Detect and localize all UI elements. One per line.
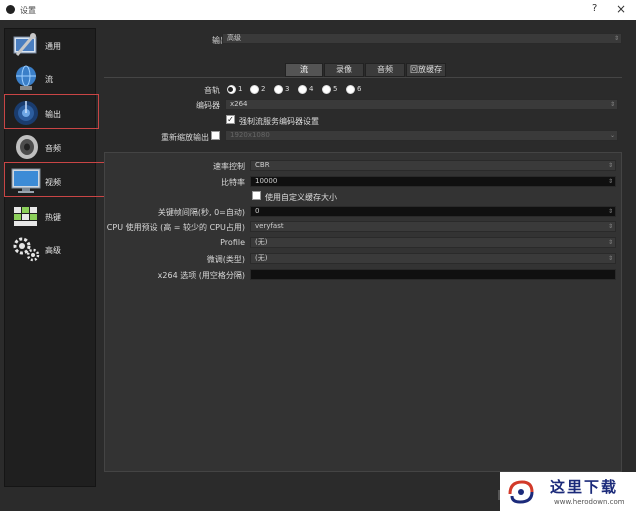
tune-value: (无) xyxy=(255,254,268,262)
encoder-settings-panel: 速率控制 CBR ⇕ 比特率 10000 ⇕ 使用自定义缓存大小 关键帧间隔(秒… xyxy=(104,152,622,472)
audio-track-radio-label: 1 xyxy=(238,85,243,93)
highlight-frame-video xyxy=(4,162,110,197)
tune-label: 微调(类型) xyxy=(206,255,245,264)
sidebar-item-label: 音频 xyxy=(45,144,61,153)
sidebar-item-label: 流 xyxy=(45,75,53,84)
audio-track-radio[interactable] xyxy=(298,85,307,94)
audio-track-radio-label: 5 xyxy=(333,85,338,93)
watermark-url: www.herodown.com xyxy=(554,498,625,506)
encoder-select[interactable]: x264 ⇕ xyxy=(225,99,618,110)
audio-track-radio-label: 3 xyxy=(285,85,290,93)
tab-replay-buffer[interactable]: 回放缓存 xyxy=(406,63,446,77)
cpu-preset-label: CPU 使用预设 (高 = 较少的 CPU占用) xyxy=(106,223,245,232)
site-watermark: 这里下载 www.herodown.com xyxy=(500,472,636,511)
sidebar-item-stream[interactable]: 流 xyxy=(5,62,97,95)
help-button[interactable]: ? xyxy=(592,3,597,14)
gears-icon xyxy=(13,237,40,262)
enforce-encoder-label: 强制流服务编码器设置 xyxy=(239,117,319,126)
audio-track-radio-group: 1 2 3 4 5 6 xyxy=(227,85,377,95)
enforce-encoder-checkbox[interactable]: ✓ xyxy=(226,115,235,124)
output-mode-value: 高级 xyxy=(227,34,241,42)
audio-track-radio-label: 6 xyxy=(357,85,362,93)
sidebar-item-label: 高级 xyxy=(45,246,61,255)
tab-divider xyxy=(104,77,622,78)
speaker-icon xyxy=(16,135,38,159)
site-logo-icon xyxy=(508,480,534,504)
tab-audio[interactable]: 音频 xyxy=(365,63,405,77)
custom-buffer-label: 使用自定义缓存大小 xyxy=(265,193,337,202)
x264-options-label: x264 选项 (用空格分隔) xyxy=(157,271,245,280)
tab-stream[interactable]: 流 xyxy=(285,63,323,77)
keyframe-interval-input[interactable]: 0 ⇕ xyxy=(250,206,616,217)
audio-track-radio[interactable] xyxy=(346,85,355,94)
encoder-label: 编码器 xyxy=(196,101,220,110)
bitrate-input[interactable]: 10000 ⇕ xyxy=(250,176,616,187)
rate-control-value: CBR xyxy=(255,161,270,169)
rate-control-label: 速率控制 xyxy=(213,162,245,171)
dropdown-arrows-icon: ⇕ xyxy=(607,223,613,230)
dropdown-arrows-icon: ⇕ xyxy=(609,101,615,108)
sidebar-item-advanced[interactable]: 高级 xyxy=(5,233,97,266)
audio-track-radio-label: 4 xyxy=(309,85,314,93)
x264-options-input[interactable] xyxy=(250,269,616,280)
stepper-arrows-icon: ⇕ xyxy=(607,178,613,185)
audio-track-radio[interactable] xyxy=(322,85,331,94)
close-button[interactable]: × xyxy=(616,2,626,16)
rescale-resolution-value: 1920x1080 xyxy=(230,131,270,139)
highlight-frame-output xyxy=(4,94,99,129)
dropdown-arrows-icon: ⌄ xyxy=(609,132,615,139)
dropdown-arrows-icon: ⇕ xyxy=(607,239,613,246)
sidebar-item-hotkeys[interactable]: 热键 xyxy=(5,200,97,233)
sidebar-item-general[interactable]: 通用 xyxy=(5,29,97,62)
watermark-text: 这里下载 xyxy=(550,478,619,496)
profile-value: (无) xyxy=(255,238,268,246)
sidebar-item-audio[interactable]: 音频 xyxy=(5,131,97,164)
rate-control-select[interactable]: CBR ⇕ xyxy=(250,160,616,171)
stepper-arrows-icon: ⇕ xyxy=(607,208,613,215)
audio-track-radio[interactable] xyxy=(250,85,259,94)
output-mode-select[interactable]: 高级 ⇕ xyxy=(222,33,622,44)
profile-select[interactable]: (无) ⇕ xyxy=(250,237,616,248)
output-settings-panel: 输出模式 高级 ⇕ 流 录像 音频 回放缓存 音轨 1 2 3 4 5 6 编码… xyxy=(100,28,622,488)
wrench-screen-icon xyxy=(13,33,37,56)
rescale-output-label: 重新缩放输出 xyxy=(161,133,209,142)
audio-track-label: 音轨 xyxy=(204,86,220,95)
tab-recording[interactable]: 录像 xyxy=(324,63,364,77)
sidebar-item-label: 热键 xyxy=(45,213,61,222)
window-title: 设置 xyxy=(20,6,36,15)
audio-track-radio[interactable] xyxy=(274,85,283,94)
keyframe-interval-value: 0 xyxy=(255,207,260,215)
audio-track-radio-label: 2 xyxy=(261,85,266,93)
profile-label: Profile xyxy=(220,238,245,247)
cpu-preset-value: veryfast xyxy=(255,222,284,230)
dropdown-arrows-icon: ⇕ xyxy=(613,35,619,42)
window-titlebar: 设置 ? × xyxy=(0,0,636,20)
bitrate-value: 10000 xyxy=(255,177,278,185)
keyframe-interval-label: 关键帧间隔(秒, 0=自动) xyxy=(157,208,245,217)
obs-app-icon xyxy=(6,5,15,14)
rescale-output-checkbox[interactable] xyxy=(211,131,220,140)
tune-select[interactable]: (无) ⇕ xyxy=(250,253,616,264)
sidebar-item-label: 通用 xyxy=(45,42,61,51)
encoder-value: x264 xyxy=(230,100,248,108)
dropdown-arrows-icon: ⇕ xyxy=(607,255,613,262)
dropdown-arrows-icon: ⇕ xyxy=(607,162,613,169)
rescale-resolution-select[interactable]: 1920x1080 ⌄ xyxy=(225,130,618,141)
bitrate-label: 比特率 xyxy=(221,178,245,187)
keyboard-icon xyxy=(14,207,37,226)
globe-network-icon xyxy=(16,65,36,90)
radio-selected-dot xyxy=(228,87,233,92)
custom-buffer-checkbox[interactable] xyxy=(252,191,261,200)
cpu-preset-select[interactable]: veryfast ⇕ xyxy=(250,221,616,232)
